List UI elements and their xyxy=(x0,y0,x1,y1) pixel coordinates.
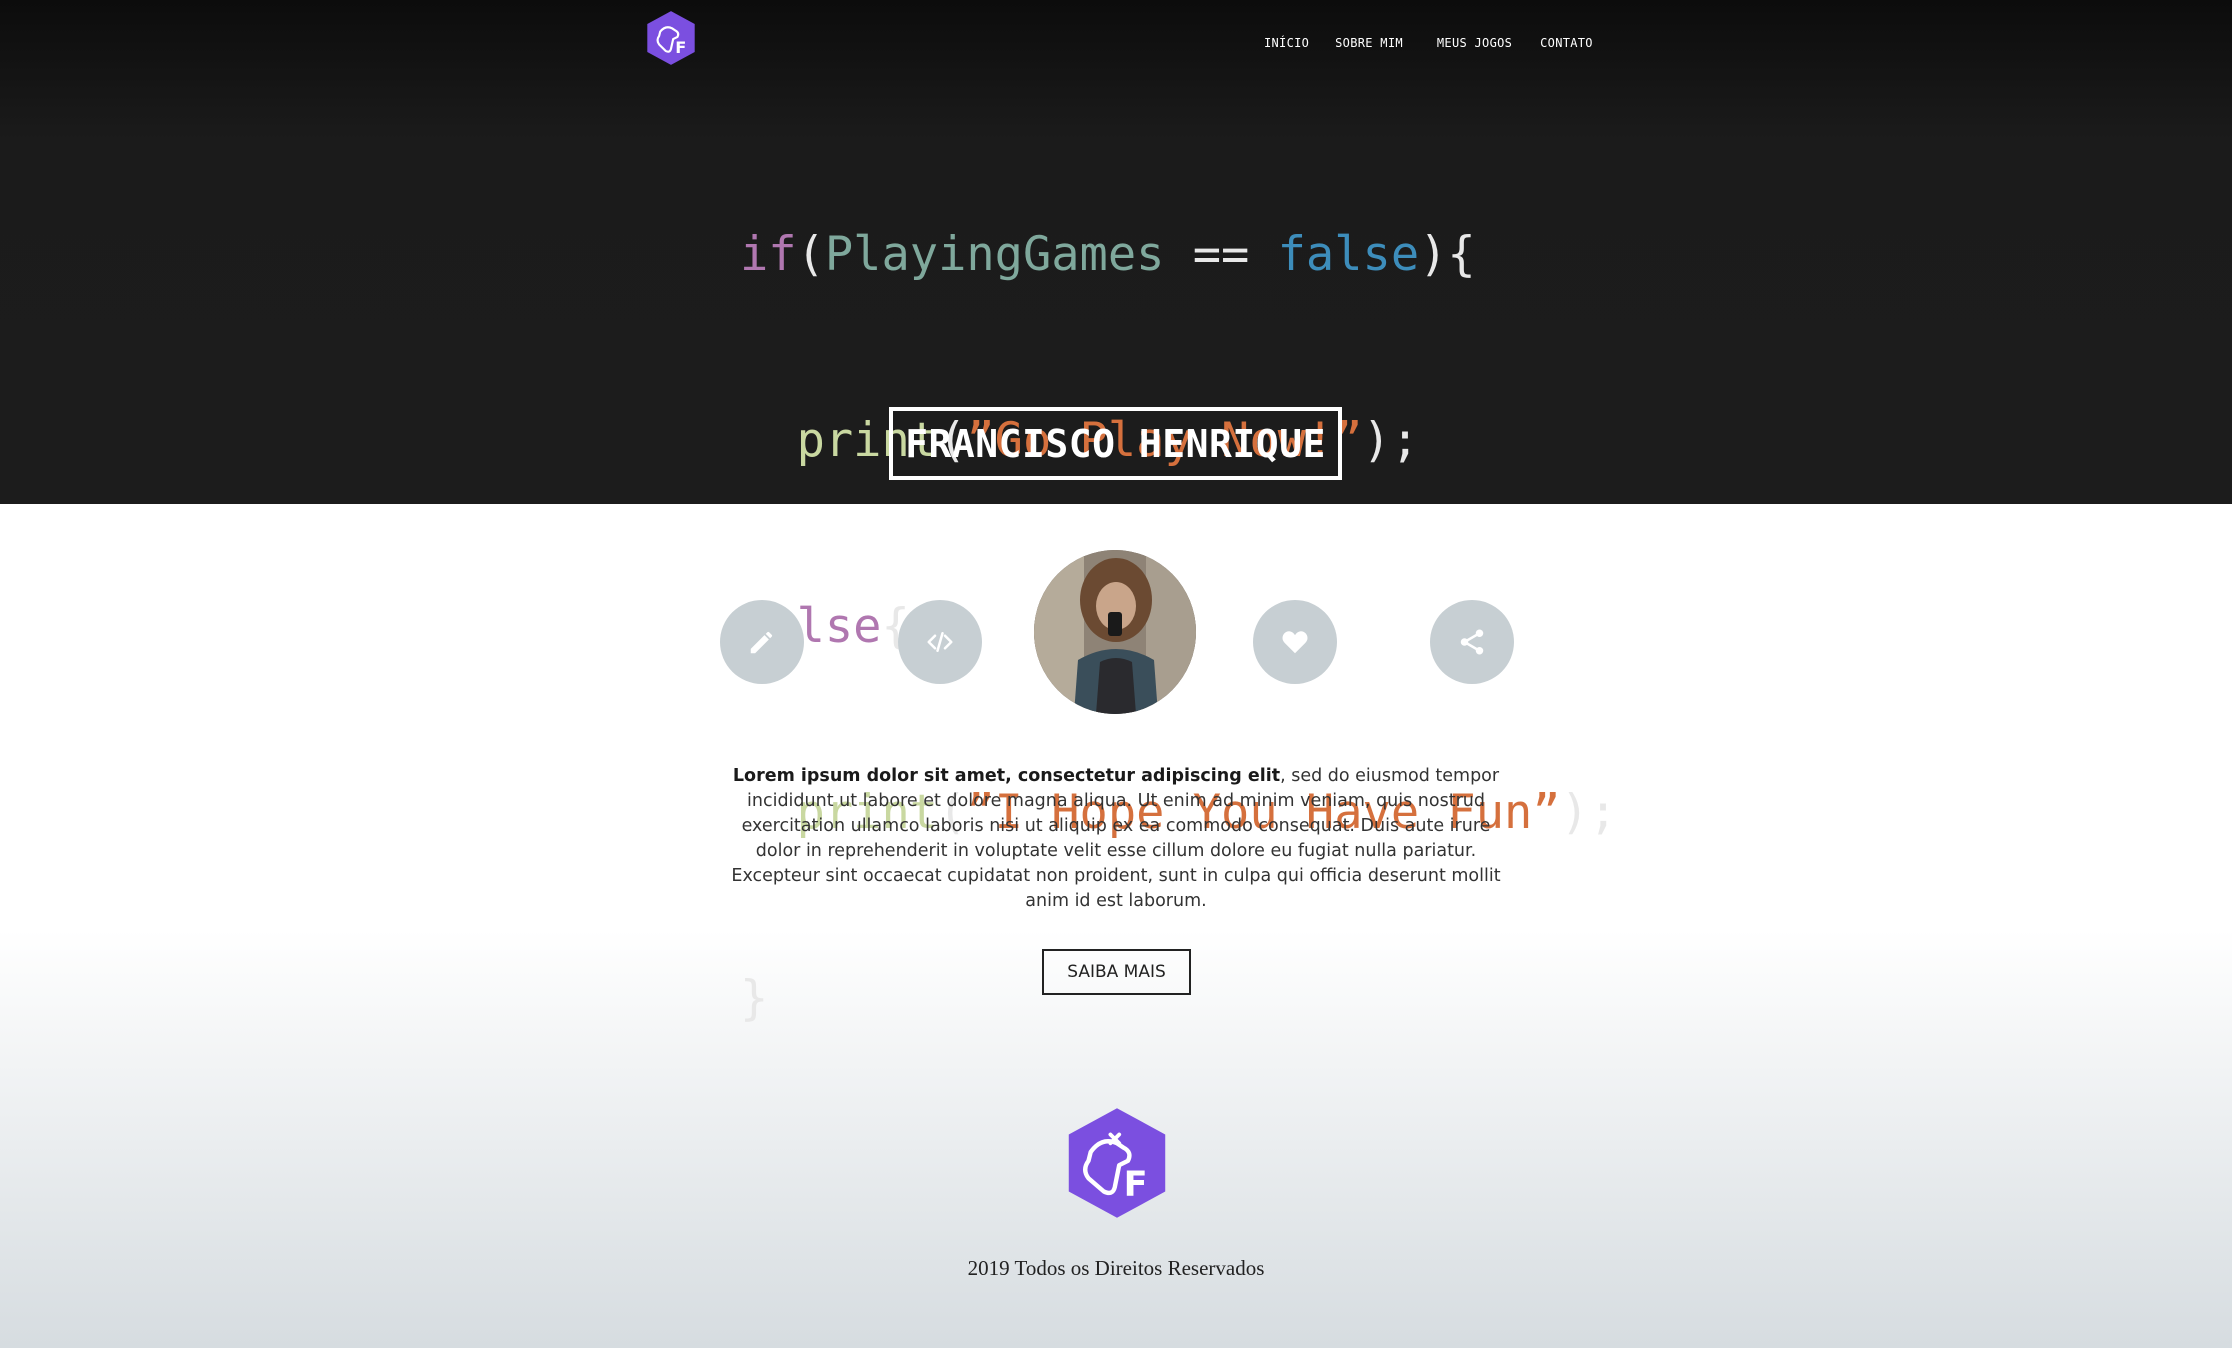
heart-icon xyxy=(1282,631,1308,654)
nav-contato[interactable]: CONTATO xyxy=(1540,36,1593,50)
code-keyword: if xyxy=(740,227,797,282)
code-variable: PlayingGames xyxy=(824,227,1165,282)
svg-text:F: F xyxy=(1124,1164,1148,1205)
heart-button[interactable] xyxy=(1253,600,1337,684)
nav-meus-jogos[interactable]: MEUS JOGOS xyxy=(1437,36,1512,50)
saiba-mais-button[interactable]: SAIBA MAIS xyxy=(1042,949,1191,995)
share-button[interactable] xyxy=(1430,600,1514,684)
hero-section: F INÍCIO SOBRE MIM MEUS JOGOS CONTATO if… xyxy=(0,0,2232,1026)
hero-name-title: FRANCISCO HENRIQUE xyxy=(889,407,1342,480)
code-icon xyxy=(927,632,953,652)
logo-icon[interactable]: F xyxy=(644,10,698,66)
nav-inicio[interactable]: INÍCIO xyxy=(1264,36,1309,50)
code-punct: ); xyxy=(1560,785,1618,840)
share-icon xyxy=(1460,629,1484,655)
code-line-1: if(PlayingGames == false){ xyxy=(740,224,1617,286)
code-punct: } xyxy=(740,971,769,1026)
code-punct: ( xyxy=(796,227,825,282)
footer-logo-icon: F xyxy=(1068,1108,1166,1218)
nav-sobre-mim[interactable]: SOBRE MIM xyxy=(1335,36,1403,50)
svg-text:F: F xyxy=(675,38,686,57)
footer-copyright: 2019 Todos os Direitos Reservados xyxy=(967,1256,1265,1280)
code-button[interactable] xyxy=(898,600,982,684)
main-nav: INÍCIO SOBRE MIM MEUS JOGOS CONTATO xyxy=(1264,36,1593,50)
pencil-icon xyxy=(750,631,773,654)
code-punct: ); xyxy=(1362,413,1420,468)
code-punct: ){ xyxy=(1419,227,1476,282)
about-text: Lorem ipsum dolor sit amet, consectetur … xyxy=(728,764,1504,914)
about-text-bold: Lorem ipsum dolor sit amet, consectetur … xyxy=(732,766,1281,786)
code-operator: == xyxy=(1164,227,1278,282)
pencil-button[interactable] xyxy=(720,600,804,684)
about-text-rest: , sed do eiusmod tempor incididunt ut la… xyxy=(731,766,1501,911)
avatar xyxy=(1034,550,1196,714)
code-boolean: false xyxy=(1277,227,1420,282)
